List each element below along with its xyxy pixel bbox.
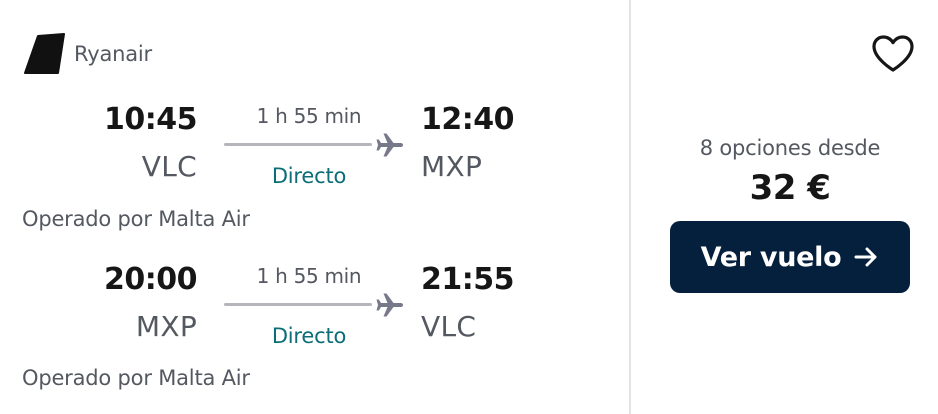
heart-outline-icon[interactable]	[871, 34, 915, 74]
airline-name: Ryanair	[74, 42, 152, 66]
view-flight-button-label: Ver vuelo	[700, 241, 842, 273]
outbound-leg: 10:45 VLC 1 h 55 min Directo 12:40 MXP	[0, 100, 629, 210]
return-arrival-airport: VLC	[421, 310, 477, 343]
flight-result-card[interactable]: Ryanair 10:45 VLC 1 h 55 min Directo 12:…	[0, 0, 938, 414]
outbound-arrival-airport: MXP	[421, 150, 483, 183]
return-route-line	[224, 303, 372, 306]
outbound-operated-by: Operado por Malta Air	[22, 207, 250, 231]
airplane-icon	[376, 293, 403, 317]
outbound-arrival-time: 12:40	[421, 102, 515, 137]
return-arrival-time: 21:55	[421, 262, 515, 297]
price: 32 €	[749, 168, 831, 208]
return-operated-by: Operado por Malta Air	[22, 366, 250, 390]
return-departure-time: 20:00	[104, 262, 198, 297]
view-flight-button[interactable]: Ver vuelo	[670, 221, 910, 293]
options-count-text: 8 opciones desde	[699, 136, 881, 160]
return-stops: Directo	[271, 324, 347, 348]
ryanair-tail-logo-icon	[24, 33, 65, 74]
outbound-departure-time: 10:45	[104, 102, 198, 137]
arrow-right-icon	[854, 247, 877, 267]
outbound-departure-airport: VLC	[141, 150, 197, 183]
airline-header: Ryanair	[24, 33, 152, 75]
airplane-icon	[376, 133, 403, 157]
return-leg: 20:00 MXP 1 h 55 min Directo 21:55 VLC	[0, 260, 629, 370]
pricing-section: 8 opciones desde 32 € Ver vuelo	[631, 0, 938, 414]
outbound-stops: Directo	[271, 164, 347, 188]
itinerary-section: Ryanair 10:45 VLC 1 h 55 min Directo 12:…	[0, 0, 629, 414]
return-departure-airport: MXP	[135, 310, 197, 343]
outbound-route-line	[224, 143, 372, 146]
outbound-duration: 1 h 55 min	[256, 104, 362, 128]
return-duration: 1 h 55 min	[256, 264, 362, 288]
